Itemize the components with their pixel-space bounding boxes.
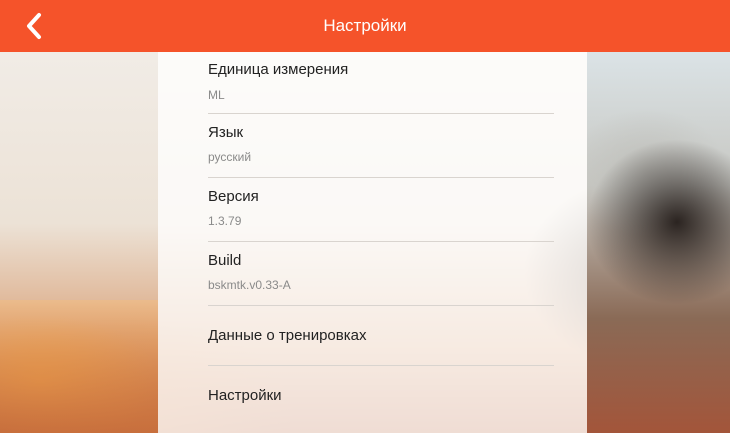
- settings-item-workout-data[interactable]: Данные о тренировках: [208, 306, 554, 366]
- settings-item-label: Версия: [208, 188, 259, 205]
- settings-item-build: Build bskmtk.v0.33-A: [208, 242, 554, 306]
- settings-list: Единица измерения ML Язык русский Версия…: [158, 52, 587, 433]
- settings-item-value: bskmtk.v0.33-A: [208, 278, 291, 292]
- settings-item-settings[interactable]: Настройки: [208, 366, 554, 426]
- settings-item-label: Build: [208, 252, 242, 269]
- settings-item-label: Язык: [208, 124, 244, 141]
- page-title: Настройки: [323, 16, 407, 35]
- settings-item-label: Настройки: [208, 387, 282, 404]
- settings-item-language[interactable]: Язык русский: [208, 114, 554, 178]
- settings-item-label: Данные о тренировках: [208, 327, 367, 344]
- settings-item-version: Версия 1.3.79: [208, 178, 554, 242]
- settings-item-unit[interactable]: Единица измерения ML: [208, 52, 554, 114]
- settings-item-value: ML: [208, 88, 225, 102]
- settings-item-value: русский: [208, 150, 252, 164]
- settings-item-label: Единица измерения: [208, 61, 349, 78]
- background-shoe: [587, 52, 730, 433]
- top-bar: Настройки: [0, 0, 730, 52]
- background-track: [0, 300, 158, 433]
- settings-item-value: 1.3.79: [208, 214, 242, 228]
